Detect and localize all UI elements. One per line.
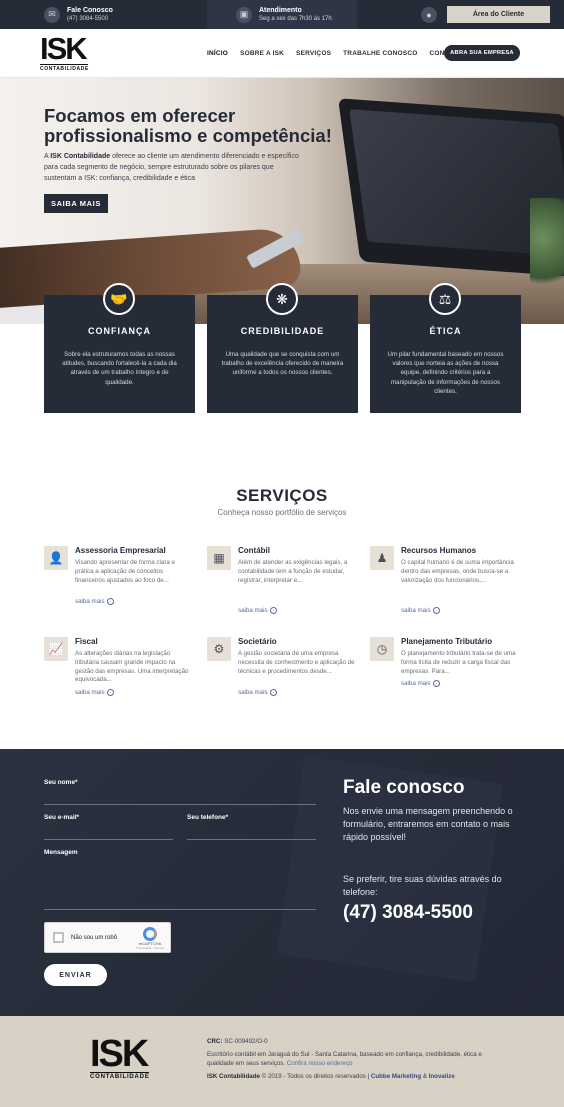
topbar-contact-label: Fale Conosco [67, 7, 113, 14]
email-label: Seu e-mail* [44, 814, 80, 821]
arrow-circle-icon: › [269, 689, 277, 696]
value-card-etica: ⚖ ÉTICA Um pilar fundamental baseado em … [370, 283, 521, 413]
topbar-hours-value: Seg a sex das 7h30 às 17h [259, 16, 332, 22]
service-text: As alterações diárias na legislação trib… [75, 650, 189, 684]
calculator-icon: ▦ [207, 546, 231, 570]
logo-sub: CONTABILIDADE [40, 64, 89, 72]
site-footer: ISK CONTABILIDADE CRC: SC-009492/O-0 Esc… [0, 1016, 564, 1107]
contact-section: Seu nome* Seu e-mail* Seu telefone* Mens… [0, 749, 564, 1016]
service-name: Planejamento Tributário [401, 637, 493, 646]
service-text: Visando apresentar de forma clara e prát… [75, 559, 175, 584]
nav-trabalhe[interactable]: TRABALHE CONOSCO [343, 50, 417, 57]
arrow-circle-icon: › [432, 607, 440, 614]
contact-title: Fale conosco [343, 777, 465, 798]
topbar-hours-label: Atendimento [259, 7, 302, 14]
top-bar: ✉ Fale Conosco (47) 3084-5500 ▣ Atendime… [0, 0, 564, 29]
services-section: SERVIÇOS Conheça nosso portfólio de serv… [0, 444, 564, 749]
topbar-hours: ▣ Atendimento Seg a sex das 7h30 às 17h [207, 0, 357, 29]
arrow-circle-icon: › [106, 598, 114, 605]
scales-icon: ⚖ [429, 283, 461, 315]
services-subtitle: Conheça nosso portfólio de serviços [217, 508, 347, 517]
service-text: A gestão societária de uma empresa neces… [238, 650, 355, 675]
open-company-button[interactable]: ABRA SUA EMPRESA [444, 45, 520, 61]
nav-servicos[interactable]: SERVIÇOS [296, 50, 331, 57]
site-header: ISK CONTABILIDADE INÍCIO SOBRE A ISK SER… [0, 29, 564, 78]
recaptcha-icon [142, 927, 157, 941]
phone-input[interactable] [187, 839, 316, 840]
value-card-credibilidade: ❋ CREDIBILIDADE Uma qualidade que se con… [207, 283, 358, 413]
nav-inicio[interactable]: INÍCIO [207, 50, 228, 57]
planning-icon: ◷ [370, 637, 394, 661]
send-button[interactable]: ENVIAR [44, 964, 107, 986]
address-link[interactable]: Confira nosso endereço [287, 1060, 353, 1067]
client-area-button[interactable]: Área do Cliente [447, 6, 550, 23]
recaptcha-checkbox[interactable] [53, 932, 64, 943]
service-name: Societário [238, 637, 277, 646]
hero-plant [530, 198, 564, 298]
chart-icon: 📈 [44, 637, 68, 661]
user-icon: ● [421, 6, 437, 23]
footer-crc: CRC: SC-009492/O-0 [207, 1038, 268, 1045]
footer-address: Escritório contábil em Jaraguá do Sul - … [207, 1051, 482, 1067]
arrow-circle-icon: › [269, 607, 277, 614]
values-section: 🤝 CONFIANÇA Sobre ela estruturamos todas… [0, 283, 564, 444]
service-more-link[interactable]: saiba mais › [401, 607, 440, 614]
service-name: Contábil [238, 546, 270, 555]
value-card-confianca: 🤝 CONFIANÇA Sobre ela estruturamos todas… [44, 283, 195, 413]
service-text: Além de atender as exigências legais, a … [238, 559, 348, 584]
service-name: Fiscal [75, 637, 98, 646]
consulting-icon: 👤 [44, 546, 68, 570]
recaptcha-logo: reCAPTCHA Privacidade - Termos [136, 927, 164, 950]
handshake-icon: 🤝 [103, 283, 135, 315]
contact-text-phone: Se preferir, tire suas dúvidas através d… [343, 874, 502, 897]
service-more-link[interactable]: saiba mais › [238, 689, 277, 696]
service-more-link[interactable]: saiba mais › [75, 689, 114, 696]
service-text: O capital humano é de suma importância d… [401, 559, 514, 584]
email-input[interactable] [44, 839, 173, 840]
agency-link-inovalize[interactable]: Inovalize [429, 1073, 455, 1080]
arrow-circle-icon: › [106, 689, 114, 696]
message-label: Mensagem [44, 849, 78, 856]
gears-icon: ⚙ [207, 637, 231, 661]
value-title: ÉTICA [429, 326, 462, 336]
service-more-link[interactable]: saiba mais › [238, 607, 277, 614]
value-title: CONFIANÇA [88, 326, 151, 336]
footer-logo: ISK CONTABILIDADE [90, 1033, 150, 1080]
recaptcha-label: Não sou um robô [71, 934, 118, 941]
team-icon: ♟ [370, 546, 394, 570]
message-input[interactable] [44, 909, 316, 910]
hero-text: A ISK Contabilidade oferece ao cliente u… [44, 153, 299, 182]
services-title: SERVIÇOS [236, 486, 328, 505]
topbar-client: ● Área do Cliente [421, 0, 550, 29]
contact-text: Nos envie uma mensagem preenchendo o for… [343, 806, 513, 842]
service-name: Assessoria Empresarial [75, 546, 166, 555]
hero-title: Focamos em oferecer profissionalismo e c… [44, 105, 332, 146]
laurel-icon: ❋ [266, 283, 298, 315]
service-name: Recursos Humanos [401, 546, 477, 555]
name-label: Seu nome* [44, 779, 78, 786]
agency-link-cubbe[interactable]: Cubbe Marketing [371, 1073, 421, 1080]
topbar-contact-phone: (47) 3084-5500 [67, 16, 109, 22]
logo[interactable]: ISK CONTABILIDADE [40, 31, 89, 72]
calendar-icon: ▣ [236, 6, 252, 23]
value-text: Uma qualidade que se conquista com um tr… [221, 351, 344, 377]
hero-more-button[interactable]: SAIBA MAIS [44, 194, 108, 213]
phone-label: Seu telefone* [187, 814, 229, 821]
value-text: Sobre ela estruturamos todas as nossas a… [62, 351, 177, 386]
service-more-link[interactable]: saiba mais › [401, 680, 440, 687]
chat-icon: ✉ [44, 6, 60, 23]
nav-sobre[interactable]: SOBRE A ISK [240, 50, 284, 57]
name-input[interactable] [44, 804, 316, 805]
contact-phone[interactable]: (47) 3084-5500 [343, 902, 473, 924]
main-nav: INÍCIO SOBRE A ISK SERVIÇOS TRABALHE CON… [207, 29, 462, 78]
footer-copyright: ISK Contabilidade © 2019 - Todos os dire… [207, 1073, 455, 1080]
service-more-link[interactable]: saiba mais › [75, 598, 114, 605]
recaptcha-widget: Não sou um robô reCAPTCHA Privacidade - … [44, 922, 171, 953]
value-text: Um pilar fundamental baseado em nossos v… [387, 351, 504, 395]
topbar-contact[interactable]: ✉ Fale Conosco (47) 3084-5500 [44, 0, 113, 29]
value-title: CREDIBILIDADE [240, 326, 325, 336]
logo-main: ISK [40, 31, 88, 66]
arrow-circle-icon: › [432, 680, 440, 687]
